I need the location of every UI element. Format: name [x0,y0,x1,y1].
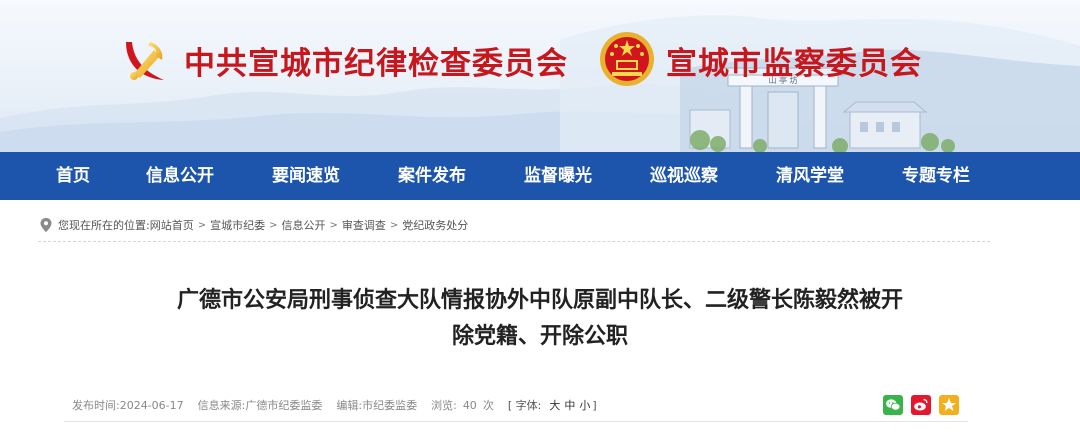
font-size-label: [ 字体: [507,399,542,412]
wechat-icon [886,399,901,411]
party-emblem-icon [126,42,164,80]
publish-time-label: 发布时间: [72,399,120,412]
article-title-line-2: 除党籍、开除公职 [451,324,628,349]
national-emblem-icon [600,32,654,86]
nav-item-inspection[interactable]: 巡视巡察 [650,152,718,200]
article-title: 广德市公安局刑事侦查大队情报协外中队原副中队长、二级警长陈毅然被开 除党籍、开除… [80,283,1000,355]
breadcrumb-divider [38,241,990,242]
main-nav: 首页 信息公开 要闻速览 案件发布 监督曝光 巡视巡察 清风学堂 专题专栏 [0,152,1080,200]
views-label: 浏览: [431,399,457,412]
nav-item-info[interactable]: 信息公开 [146,152,214,200]
font-size-medium[interactable]: 中 [564,397,575,413]
source-label: 信息来源: [197,399,246,412]
location-pin-icon [40,218,52,232]
nav-item-cases[interactable]: 案件发布 [398,152,466,200]
supervisory-commission-title: 宣城市监察委员会 [666,46,922,82]
qzone-icon [942,398,956,411]
breadcrumb-prefix: 您现在所在的位置: [58,219,150,232]
editor-value: 市纪委监委 [362,399,418,412]
publish-time-value: 2024-06-17 [119,398,184,412]
weibo-icon [914,398,928,411]
qzone-share-button[interactable] [939,395,959,415]
font-size-small[interactable]: 小 [579,397,590,413]
font-size-large[interactable]: 大 [549,397,560,413]
editor-label: 编辑: [336,399,363,412]
breadcrumb-item-sanctions[interactable]: 党纪政务处分 [402,217,468,233]
nav-item-home[interactable]: 首页 [56,152,90,200]
article-title-line-1: 广德市公安局刑事侦查大队情报协外中队原副中队长、二级警长陈毅然被开 [176,288,903,313]
nav-item-special[interactable]: 专题专栏 [902,152,970,200]
header-banner: 山 亭 坊 中共宣城市纪律检查委员会 宣城市监察委员会 [0,0,1080,152]
source-value: 广德市纪委监委 [245,399,323,412]
breadcrumb-separator: > [197,219,207,231]
breadcrumb-item-investigation[interactable]: 审查调查 [342,217,386,233]
breadcrumb: 您现在所在的位置: 网站首页 > 宣城市纪委 > 信息公开 > 审查调查 > 党… [40,216,468,234]
meta-divider [64,421,968,422]
views-unit: 次 [482,399,494,412]
breadcrumb-item-home[interactable]: 网站首页 [150,217,194,233]
wechat-share-button[interactable] [883,395,903,415]
nav-item-study[interactable]: 清风学堂 [776,152,844,200]
nav-item-news[interactable]: 要闻速览 [272,152,340,200]
breadcrumb-separator: > [269,219,278,231]
breadcrumb-item-info[interactable]: 信息公开 [282,217,326,233]
nav-item-supervision[interactable]: 监督曝光 [524,152,592,200]
weibo-share-button[interactable] [911,395,931,415]
font-size-close: ] [592,398,597,412]
breadcrumb-separator: > [329,219,338,231]
breadcrumb-item-city-commission[interactable]: 宣城市纪委 [210,217,265,233]
commission-title: 中共宣城市纪律检查委员会 [184,46,568,82]
breadcrumb-separator: > [389,219,399,231]
article-meta: 发布时间: 2024-06-17 信息来源: 广德市纪委监委 编辑: 市纪委监委… [72,396,597,414]
views-count: 40 [462,398,477,412]
